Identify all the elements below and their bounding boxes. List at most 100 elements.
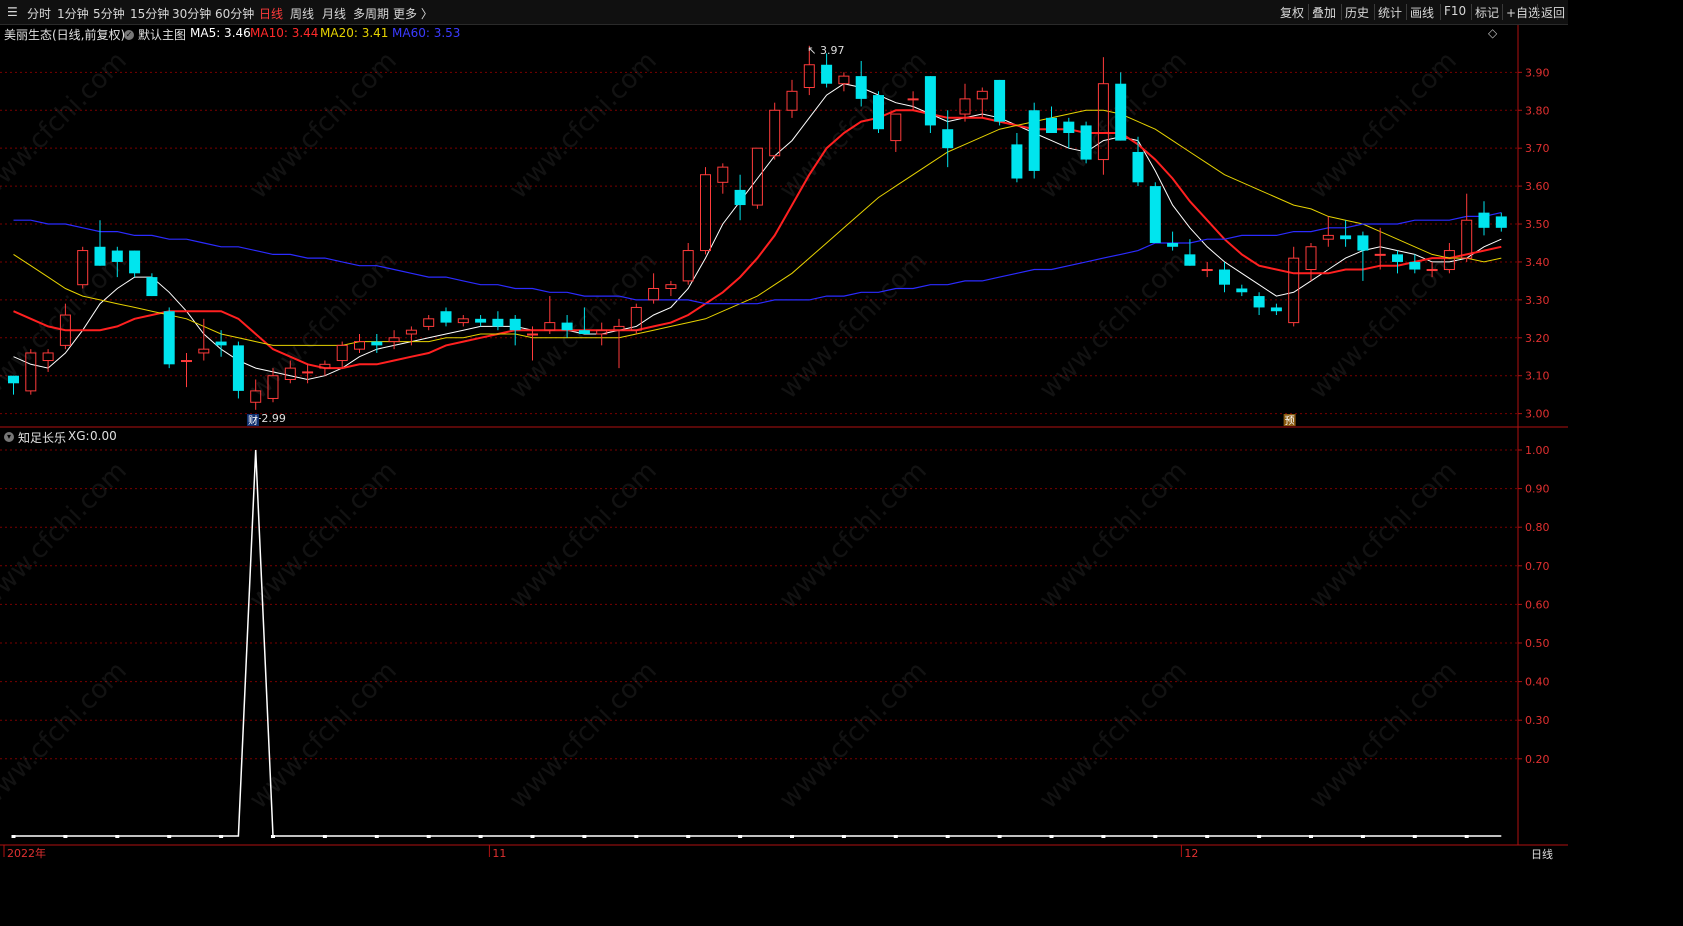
candle[interactable] bbox=[873, 91, 884, 134]
template-label[interactable]: 默认主图 bbox=[138, 26, 186, 43]
candle[interactable] bbox=[924, 76, 936, 134]
candle[interactable] bbox=[994, 79, 1006, 126]
period-tab[interactable]: 5分钟 bbox=[93, 5, 125, 22]
toolbar-button[interactable]: 叠加 bbox=[1312, 4, 1336, 21]
candle[interactable] bbox=[232, 341, 244, 399]
price-tick-label: 3.20 bbox=[1525, 332, 1550, 345]
period-tab[interactable]: 多周期 bbox=[353, 5, 389, 22]
period-tab[interactable]: 1分钟 bbox=[57, 5, 89, 22]
candlesticks[interactable] bbox=[8, 45, 1507, 410]
candle[interactable] bbox=[1011, 133, 1023, 183]
price-tick-label: 3.90 bbox=[1525, 66, 1550, 79]
toolbar-button[interactable]: 画线 bbox=[1410, 4, 1434, 21]
candle[interactable] bbox=[1357, 231, 1369, 281]
candle[interactable] bbox=[302, 364, 314, 384]
candle[interactable] bbox=[1132, 136, 1144, 187]
period-tab[interactable]: 更多 〉 bbox=[393, 5, 433, 22]
candle-body bbox=[457, 318, 469, 324]
candle[interactable] bbox=[769, 102, 781, 160]
candle[interactable] bbox=[838, 72, 850, 92]
period-tab[interactable]: 60分钟 bbox=[215, 5, 254, 22]
xg-dot bbox=[530, 835, 535, 838]
candle[interactable] bbox=[1288, 246, 1300, 327]
diamond-icon[interactable]: ◇ bbox=[1488, 26, 1497, 40]
candle[interactable] bbox=[336, 341, 348, 369]
candle[interactable] bbox=[734, 174, 746, 221]
candle[interactable] bbox=[440, 307, 452, 327]
candle-body bbox=[1426, 269, 1438, 272]
candle[interactable] bbox=[181, 352, 192, 388]
candle[interactable] bbox=[509, 315, 521, 346]
candle[interactable] bbox=[890, 113, 902, 152]
watermark: www.cfchi.com bbox=[1304, 456, 1463, 615]
period-tab[interactable]: 月线 bbox=[322, 5, 346, 22]
toolbar-button[interactable]: 历史 bbox=[1345, 4, 1369, 21]
candle[interactable] bbox=[475, 315, 487, 327]
candle[interactable] bbox=[129, 250, 141, 278]
candle-body bbox=[751, 147, 763, 206]
xg-dot bbox=[738, 835, 743, 838]
period-tab[interactable]: 15分钟 bbox=[130, 5, 169, 22]
toolbar-button[interactable]: 复权 bbox=[1280, 4, 1304, 21]
candle[interactable] bbox=[492, 311, 504, 331]
candle[interactable] bbox=[42, 349, 54, 372]
candle[interactable] bbox=[1149, 182, 1161, 243]
candle[interactable] bbox=[1461, 193, 1473, 262]
candle[interactable] bbox=[1236, 284, 1248, 297]
candle[interactable] bbox=[682, 242, 694, 285]
toolbar-button[interactable]: +自选 bbox=[1506, 4, 1540, 21]
event-marker: 预 bbox=[1283, 414, 1296, 427]
xg-dot bbox=[1464, 835, 1469, 838]
indicator-name[interactable]: 知足长乐 bbox=[18, 429, 66, 446]
candle[interactable] bbox=[163, 307, 175, 369]
candle[interactable] bbox=[959, 83, 971, 122]
candle[interactable] bbox=[1270, 303, 1282, 316]
period-tab[interactable]: 周线 bbox=[290, 5, 314, 22]
watermark: www.cfchi.com bbox=[1034, 46, 1193, 205]
candle[interactable] bbox=[1374, 227, 1386, 270]
candle[interactable] bbox=[665, 280, 677, 297]
ma-legend-item: MA5: 3.46 bbox=[190, 26, 251, 40]
candle[interactable] bbox=[1080, 121, 1092, 164]
candle[interactable] bbox=[1115, 72, 1127, 141]
candle-body bbox=[94, 246, 106, 266]
price-tick-label: 3.70 bbox=[1525, 142, 1550, 155]
indicator-tick-label: 0.50 bbox=[1525, 637, 1550, 650]
period-tab[interactable]: 分时 bbox=[27, 5, 51, 22]
candle[interactable] bbox=[94, 220, 106, 266]
menu-icon[interactable]: ☰ bbox=[7, 5, 18, 19]
candle[interactable] bbox=[457, 315, 469, 327]
candle-body bbox=[509, 318, 521, 331]
candle[interactable] bbox=[319, 360, 331, 376]
candle[interactable] bbox=[1219, 261, 1230, 293]
candle[interactable] bbox=[1028, 102, 1040, 179]
toolbar-button[interactable]: 返回 bbox=[1541, 4, 1565, 21]
indicator-tick-label: 0.80 bbox=[1525, 521, 1550, 534]
candle[interactable] bbox=[786, 79, 798, 118]
xg-dot bbox=[426, 835, 431, 838]
candle[interactable] bbox=[1201, 261, 1213, 278]
candle-body bbox=[873, 95, 884, 130]
candle[interactable] bbox=[371, 333, 383, 353]
candle[interactable] bbox=[613, 318, 625, 369]
price-tick-label: 3.60 bbox=[1525, 180, 1550, 193]
toolbar-button[interactable]: F10 bbox=[1444, 4, 1466, 18]
candle[interactable] bbox=[700, 167, 711, 255]
candle[interactable] bbox=[1322, 216, 1334, 247]
candle[interactable] bbox=[1495, 212, 1507, 232]
candle-body bbox=[423, 318, 435, 327]
candle[interactable] bbox=[717, 163, 729, 194]
period-tab[interactable]: 30分钟 bbox=[172, 5, 211, 22]
candle[interactable] bbox=[354, 333, 365, 353]
candle[interactable] bbox=[1478, 201, 1490, 236]
candle[interactable] bbox=[821, 53, 833, 88]
period-tab[interactable]: 日线 bbox=[259, 5, 283, 22]
candle[interactable] bbox=[423, 315, 435, 331]
candle[interactable] bbox=[544, 296, 556, 334]
candle[interactable] bbox=[215, 330, 227, 357]
candle[interactable] bbox=[1253, 292, 1265, 316]
toolbar-button[interactable]: 统计 bbox=[1378, 4, 1402, 21]
candle[interactable] bbox=[976, 87, 988, 118]
toolbar-button[interactable]: 标记 bbox=[1475, 4, 1499, 21]
candle[interactable] bbox=[907, 91, 919, 111]
